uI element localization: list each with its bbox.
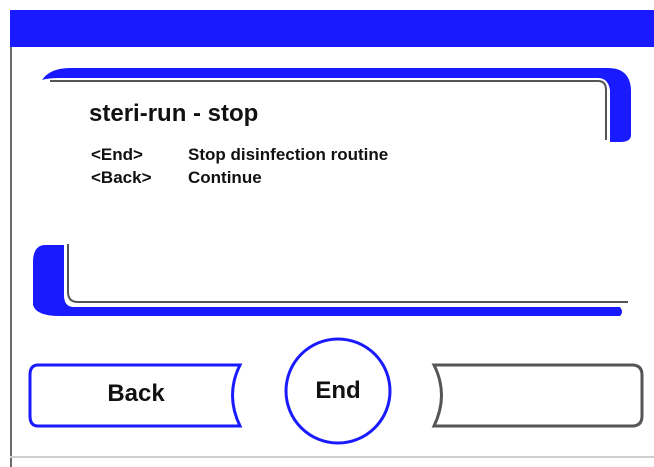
right-softkey-button[interactable] xyxy=(434,365,644,427)
end-button[interactable]: End xyxy=(286,339,390,443)
message-panel-bottom-cap xyxy=(33,245,622,316)
instruction-key: <Back> xyxy=(91,168,152,187)
message-panel-bottom-inner-line xyxy=(67,244,628,303)
instruction-text: Continue xyxy=(188,168,262,187)
instruction-key: <End> xyxy=(91,145,143,164)
back-button-label: Back xyxy=(107,380,165,407)
end-button-label: End xyxy=(315,377,361,404)
dialog-title: steri-run - stop xyxy=(89,100,259,127)
back-button[interactable]: Back xyxy=(30,365,242,427)
instruction-text: Stop disinfection routine xyxy=(188,145,389,164)
device-screen: steri-run - stop <End> Stop disinfection… xyxy=(0,0,654,467)
